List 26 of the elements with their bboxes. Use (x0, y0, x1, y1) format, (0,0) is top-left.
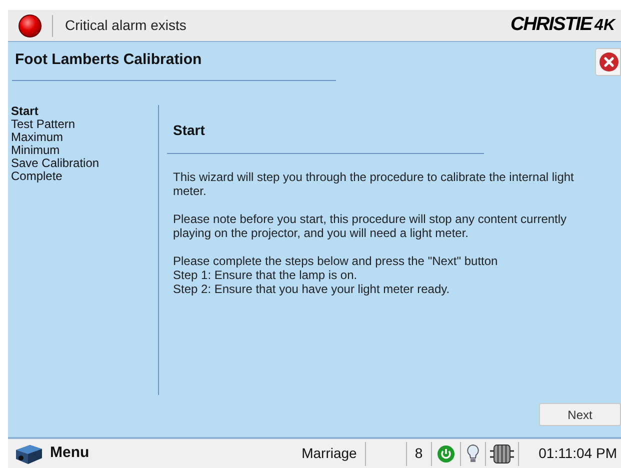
instruction-text: Please note before you start, this procedure will stop any content currently playing on the projector, and you will need a light meter. (173, 212, 568, 240)
page-title: Start (173, 122, 205, 138)
alarm-icon (18, 14, 42, 38)
clock-time: 01:11:04 PM (538, 444, 617, 463)
step-item: Start (11, 105, 40, 118)
close-icon (599, 52, 619, 72)
instruction-text: Step 2: Ensure that you have your light meter ready. (173, 282, 451, 296)
step-item: Test Pattern (11, 118, 76, 131)
bulb-icon (466, 444, 480, 464)
close-button[interactable] (595, 48, 621, 76)
device-name: Marriage (302, 444, 357, 463)
step-item: Minimum (11, 144, 61, 157)
step-item: Save Calibration (11, 157, 100, 170)
menu-button[interactable]: Menu (14, 442, 90, 466)
logo-suffix: 4K (594, 16, 617, 36)
instruction-text: This wizard will step you through the procedure to calibrate the internal light meter. (173, 170, 575, 198)
logo-text: CHRISTIE (510, 13, 592, 38)
next-button[interactable]: Next (539, 403, 621, 426)
instruction-text: Step 1: Ensure that the lamp is on. (173, 268, 358, 282)
step-item: Maximum (11, 131, 64, 144)
power-icon (436, 444, 455, 462)
step-item: Complete (11, 170, 64, 183)
instruction-text: Please complete the steps below and press the "Next" button (173, 254, 499, 268)
alarm-message: Critical alarm exists (65, 16, 186, 35)
wizard-title: Foot Lamberts Calibration (15, 51, 202, 68)
alarm-count: 8 (414, 444, 424, 463)
